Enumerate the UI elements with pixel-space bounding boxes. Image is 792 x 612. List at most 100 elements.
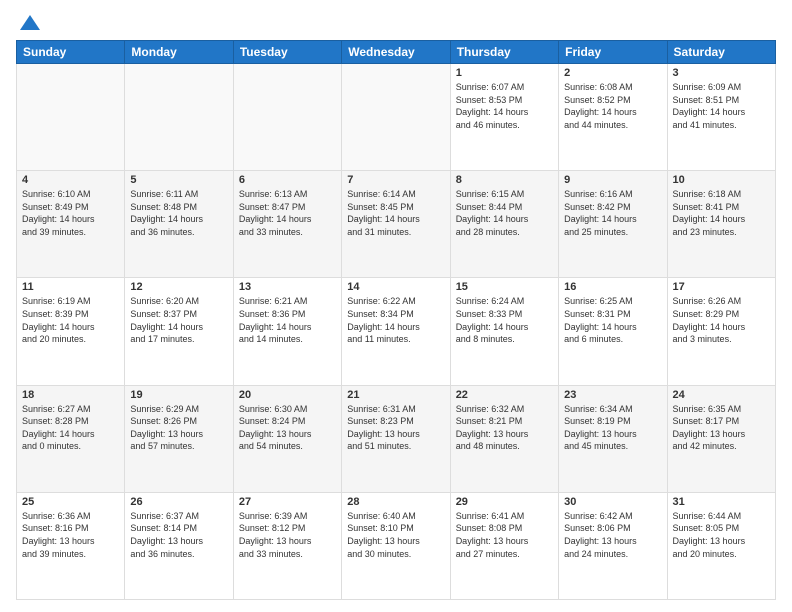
day-number: 13 <box>239 281 336 293</box>
week-row-1: 1Sunrise: 6:07 AM Sunset: 8:53 PM Daylig… <box>17 64 776 171</box>
calendar-cell: 2Sunrise: 6:08 AM Sunset: 8:52 PM Daylig… <box>559 64 667 171</box>
calendar-cell: 26 Sunrise: 6:37 AM Sunset: 8:14 PM Dayli… <box>125 492 233 599</box>
day-number: 19 <box>130 389 227 401</box>
day-info: Sunrise: 6:44 AM Sunset: 8:05 PM Dayligh… <box>673 510 770 560</box>
day-header-friday: Friday <box>559 41 667 64</box>
day-info: Sunrise: 6:37 AM Sunset: 8:14 PM Dayligh… <box>130 510 227 560</box>
day-info: Sunrise: 6:41 AM Sunset: 8:08 PM Dayligh… <box>456 510 553 560</box>
calendar-cell: 17 Sunrise: 6:26 AM Sunset: 8:29 PM Dayli… <box>667 278 775 385</box>
day-number: 6 <box>239 174 336 186</box>
day-number: 26 <box>130 496 227 508</box>
day-info: Sunrise: 6:13 AM Sunset: 8:47 PM Dayligh… <box>239 188 336 238</box>
day-number: 22 <box>456 389 553 401</box>
day-info: Sunrise: 6:22 AM Sunset: 8:34 PM Dayligh… <box>347 295 444 345</box>
day-info: Sunrise: 6:14 AM Sunset: 8:45 PM Dayligh… <box>347 188 444 238</box>
page: SundayMondayTuesdayWednesdayThursdayFrid… <box>0 0 792 612</box>
day-info: Sunrise: 6:25 AM Sunset: 8:31 PM Dayligh… <box>564 295 661 345</box>
day-info: Sunrise: 6:21 AM Sunset: 8:36 PM Dayligh… <box>239 295 336 345</box>
day-number: 7 <box>347 174 444 186</box>
calendar: SundayMondayTuesdayWednesdayThursdayFrid… <box>16 40 776 600</box>
day-number: 15 <box>456 281 553 293</box>
calendar-cell: 12Sunrise: 6:20 AM Sunset: 8:37 PM Dayli… <box>125 278 233 385</box>
day-number: 21 <box>347 389 444 401</box>
day-number: 12 <box>130 281 227 293</box>
week-row-2: 4 Sunrise: 6:10 AM Sunset: 8:49 PM Daylig… <box>17 171 776 278</box>
day-number: 9 <box>564 174 661 186</box>
calendar-cell: 1Sunrise: 6:07 AM Sunset: 8:53 PM Daylig… <box>450 64 558 171</box>
day-number: 5 <box>130 174 227 186</box>
day-info: Sunrise: 6:35 AM Sunset: 8:17 PM Dayligh… <box>673 403 770 453</box>
calendar-cell: 13 Sunrise: 6:21 AM Sunset: 8:36 PM Dayli… <box>233 278 341 385</box>
calendar-cell: 16 Sunrise: 6:25 AM Sunset: 8:31 PM Dayli… <box>559 278 667 385</box>
day-number: 3 <box>673 67 770 79</box>
calendar-cell: 6 Sunrise: 6:13 AM Sunset: 8:47 PM Daylig… <box>233 171 341 278</box>
day-number: 18 <box>22 389 119 401</box>
day-header-sunday: Sunday <box>17 41 125 64</box>
day-header-monday: Monday <box>125 41 233 64</box>
header <box>16 12 776 32</box>
day-info: Sunrise: 6:30 AM Sunset: 8:24 PM Dayligh… <box>239 403 336 453</box>
day-number: 16 <box>564 281 661 293</box>
calendar-cell <box>342 64 450 171</box>
day-info: Sunrise: 6:29 AM Sunset: 8:26 PM Dayligh… <box>130 403 227 453</box>
day-header-thursday: Thursday <box>450 41 558 64</box>
calendar-cell: 15 Sunrise: 6:24 AM Sunset: 8:33 PM Dayli… <box>450 278 558 385</box>
week-row-3: 11Sunrise: 6:19 AM Sunset: 8:39 PM Dayli… <box>17 278 776 385</box>
day-number: 23 <box>564 389 661 401</box>
day-info: Sunrise: 6:32 AM Sunset: 8:21 PM Dayligh… <box>456 403 553 453</box>
calendar-cell: 7 Sunrise: 6:14 AM Sunset: 8:45 PM Daylig… <box>342 171 450 278</box>
day-number: 27 <box>239 496 336 508</box>
calendar-cell: 14 Sunrise: 6:22 AM Sunset: 8:34 PM Dayli… <box>342 278 450 385</box>
day-number: 10 <box>673 174 770 186</box>
calendar-cell <box>125 64 233 171</box>
day-info: Sunrise: 6:27 AM Sunset: 8:28 PM Dayligh… <box>22 403 119 453</box>
calendar-cell: 11Sunrise: 6:19 AM Sunset: 8:39 PM Dayli… <box>17 278 125 385</box>
calendar-cell: 10 Sunrise: 6:18 AM Sunset: 8:41 PM Dayli… <box>667 171 775 278</box>
day-info: Sunrise: 6:24 AM Sunset: 8:33 PM Dayligh… <box>456 295 553 345</box>
day-number: 28 <box>347 496 444 508</box>
day-info: Sunrise: 6:07 AM Sunset: 8:53 PM Dayligh… <box>456 81 553 131</box>
day-info: Sunrise: 6:26 AM Sunset: 8:29 PM Dayligh… <box>673 295 770 345</box>
day-number: 31 <box>673 496 770 508</box>
calendar-cell: 23Sunrise: 6:34 AM Sunset: 8:19 PM Dayli… <box>559 385 667 492</box>
calendar-cell: 9 Sunrise: 6:16 AM Sunset: 8:42 PM Daylig… <box>559 171 667 278</box>
day-header-tuesday: Tuesday <box>233 41 341 64</box>
logo-icon <box>18 12 42 36</box>
calendar-cell <box>17 64 125 171</box>
calendar-header-row: SundayMondayTuesdayWednesdayThursdayFrid… <box>17 41 776 64</box>
day-info: Sunrise: 6:42 AM Sunset: 8:06 PM Dayligh… <box>564 510 661 560</box>
calendar-cell: 3Sunrise: 6:09 AM Sunset: 8:51 PM Daylig… <box>667 64 775 171</box>
calendar-cell: 8 Sunrise: 6:15 AM Sunset: 8:44 PM Daylig… <box>450 171 558 278</box>
logo <box>16 12 42 32</box>
day-number: 14 <box>347 281 444 293</box>
calendar-cell: 5Sunrise: 6:11 AM Sunset: 8:48 PM Daylig… <box>125 171 233 278</box>
day-header-wednesday: Wednesday <box>342 41 450 64</box>
calendar-cell: 22 Sunrise: 6:32 AM Sunset: 8:21 PM Dayli… <box>450 385 558 492</box>
day-info: Sunrise: 6:08 AM Sunset: 8:52 PM Dayligh… <box>564 81 661 131</box>
calendar-cell: 31 Sunrise: 6:44 AM Sunset: 8:05 PM Dayli… <box>667 492 775 599</box>
day-number: 4 <box>22 174 119 186</box>
day-number: 29 <box>456 496 553 508</box>
day-info: Sunrise: 6:19 AM Sunset: 8:39 PM Dayligh… <box>22 295 119 345</box>
day-number: 25 <box>22 496 119 508</box>
day-header-saturday: Saturday <box>667 41 775 64</box>
calendar-cell: 28 Sunrise: 6:40 AM Sunset: 8:10 PM Dayli… <box>342 492 450 599</box>
calendar-cell: 30 Sunrise: 6:42 AM Sunset: 8:06 PM Dayli… <box>559 492 667 599</box>
day-number: 17 <box>673 281 770 293</box>
calendar-cell: 4 Sunrise: 6:10 AM Sunset: 8:49 PM Daylig… <box>17 171 125 278</box>
day-number: 8 <box>456 174 553 186</box>
day-info: Sunrise: 6:18 AM Sunset: 8:41 PM Dayligh… <box>673 188 770 238</box>
week-row-5: 25Sunrise: 6:36 AM Sunset: 8:16 PM Dayli… <box>17 492 776 599</box>
day-info: Sunrise: 6:16 AM Sunset: 8:42 PM Dayligh… <box>564 188 661 238</box>
calendar-cell: 25Sunrise: 6:36 AM Sunset: 8:16 PM Dayli… <box>17 492 125 599</box>
day-number: 30 <box>564 496 661 508</box>
day-number: 20 <box>239 389 336 401</box>
day-info: Sunrise: 6:40 AM Sunset: 8:10 PM Dayligh… <box>347 510 444 560</box>
day-number: 24 <box>673 389 770 401</box>
calendar-cell: 18 Sunrise: 6:27 AM Sunset: 8:28 PM Dayli… <box>17 385 125 492</box>
day-info: Sunrise: 6:39 AM Sunset: 8:12 PM Dayligh… <box>239 510 336 560</box>
day-info: Sunrise: 6:15 AM Sunset: 8:44 PM Dayligh… <box>456 188 553 238</box>
calendar-cell: 19 Sunrise: 6:29 AM Sunset: 8:26 PM Dayli… <box>125 385 233 492</box>
day-info: Sunrise: 6:31 AM Sunset: 8:23 PM Dayligh… <box>347 403 444 453</box>
day-info: Sunrise: 6:10 AM Sunset: 8:49 PM Dayligh… <box>22 188 119 238</box>
